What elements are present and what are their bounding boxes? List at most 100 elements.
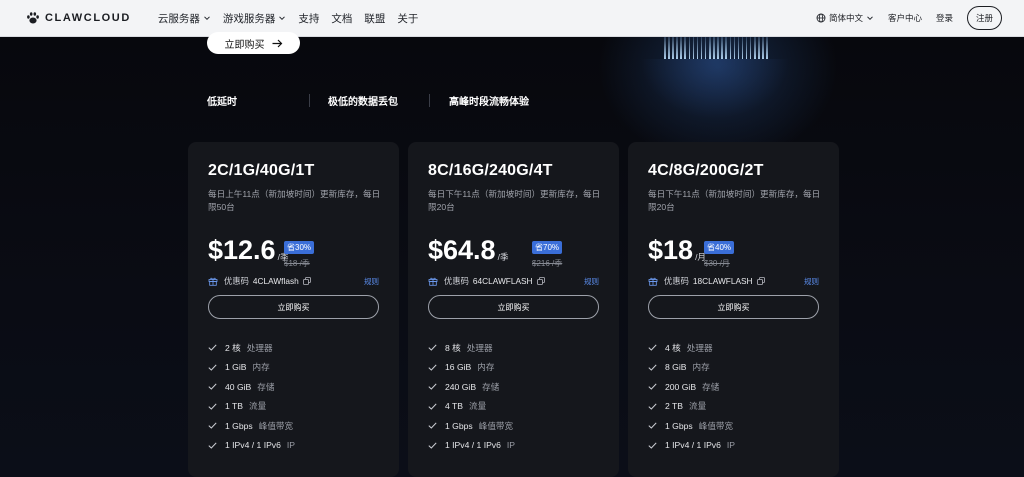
buy-now-button[interactable]: 立即购买 — [208, 295, 379, 319]
spec-cpu: 8 核处理器 — [428, 338, 515, 358]
spec-value: 2 核 — [225, 342, 241, 353]
check-icon — [208, 364, 217, 371]
plan-card-1: 2C/1G/40G/1T 每日上午11点（新加坡时间）更新库存，每日限50台 $… — [188, 142, 399, 477]
spec-list: 2 核处理器 1 GiB 内存 40 GiB 存储 1 TB 流量 1 Gbps 峰值带… — [208, 338, 295, 455]
copy-icon[interactable] — [536, 277, 545, 285]
nav-about[interactable]: 关于 — [397, 11, 418, 26]
original-price: $18 /季 — [284, 259, 310, 268]
plan-description: 每日上午11点（新加坡时间）更新库存，每日限50台 — [208, 189, 381, 212]
check-icon — [208, 403, 217, 410]
plan-card-3: 4C/8G/200G/2T 每日下午11点（新加坡时间）更新库存，每日限20台 … — [628, 142, 839, 477]
spec-ip: 1 IPv4 / 1 IPv6 IP — [208, 436, 295, 456]
coupon-code[interactable]: 4CLAWflash — [253, 276, 299, 286]
language-selector[interactable]: 简体中文 — [816, 12, 874, 24]
plan-price: $12.6 — [208, 235, 276, 265]
spec-label: 流量 — [689, 401, 707, 412]
discount-box: 省70% $216 /季 — [532, 237, 562, 269]
gift-icon — [648, 277, 658, 286]
coupon-code[interactable]: 64CLAWFLASH — [473, 276, 533, 286]
check-icon — [208, 344, 217, 351]
login-link[interactable]: 登录 — [936, 12, 953, 24]
spec-label: 流量 — [469, 401, 487, 412]
hero-glow — [640, 59, 790, 119]
discount-badge: 省40% — [704, 241, 735, 254]
feature-low-latency: 低延时 — [207, 97, 237, 108]
check-icon — [208, 383, 217, 390]
spec-bandwidth: 1 Gbps 峰值带宽 — [428, 416, 515, 436]
check-icon — [428, 364, 437, 371]
customer-center-link[interactable]: 客户中心 — [888, 12, 922, 24]
spec-label: 峰值带宽 — [258, 420, 294, 431]
nav-game-servers[interactable]: 游戏服务器 — [223, 11, 287, 26]
feature-peak-smooth: 高峰时段流畅体验 — [449, 97, 529, 108]
spec-label: 处理器 — [466, 342, 493, 353]
spec-storage: 240 GiB 存储 — [428, 377, 515, 397]
feature-low-packet-loss: 极低的数据丢包 — [328, 97, 398, 108]
logo[interactable]: CLAWCLOUD — [26, 11, 131, 25]
nav-right: 简体中文 客户中心 登录 注册 — [816, 6, 1002, 30]
check-icon — [428, 422, 437, 429]
spec-value: 1 IPv4 / 1 IPv6 — [225, 440, 281, 451]
nav-link-label: 关于 — [397, 12, 419, 25]
register-button[interactable]: 注册 — [966, 6, 1002, 30]
spec-value: 1 Gbps — [665, 420, 693, 431]
logo-text: CLAWCLOUD — [45, 12, 131, 24]
spec-value: 1 TB — [225, 401, 243, 412]
nav-docs[interactable]: 文档 — [331, 11, 352, 26]
feature-divider — [309, 94, 310, 107]
plan-title: 4C/8G/200G/2T — [648, 162, 764, 179]
plan-price: $18 — [648, 235, 694, 265]
coupon-label: 优惠码 — [444, 276, 469, 286]
check-icon — [428, 383, 437, 390]
price-row: $64.8 /季 — [428, 235, 508, 265]
spec-list: 4 核处理器 8 GiB 内存 200 GiB 存储 2 TB 流量 1 Gbps 峰值… — [648, 338, 735, 455]
coupon-code[interactable]: 18CLAWFLASH — [693, 276, 753, 286]
spec-value: 1 IPv4 / 1 IPv6 — [445, 440, 501, 451]
chevron-down-icon — [204, 16, 210, 21]
chevron-down-icon — [279, 16, 286, 21]
hero-buy-button[interactable]: 立即购买 — [207, 32, 300, 54]
spec-ip: 1 IPv4 / 1 IPv6 IP — [648, 436, 735, 456]
gift-icon — [208, 277, 218, 286]
copy-icon[interactable] — [302, 277, 311, 285]
rules-link[interactable]: 规则 — [364, 276, 379, 287]
original-price: $216 /季 — [532, 259, 563, 268]
spec-label: IP — [286, 440, 296, 451]
original-price: $30 /月 — [704, 259, 730, 268]
spec-value: 200 GiB — [665, 381, 697, 392]
coupon-row: 优惠码 64CLAWFLASH 规则 — [428, 275, 599, 287]
buy-now-button[interactable]: 立即购买 — [428, 295, 599, 319]
check-icon — [648, 383, 657, 390]
copy-icon[interactable] — [756, 277, 765, 285]
rules-link[interactable]: 规则 — [804, 276, 819, 287]
spec-label: 流量 — [249, 401, 267, 412]
paw-logo-icon — [27, 12, 39, 24]
spec-storage: 40 GiB 存储 — [208, 377, 295, 397]
nav-support[interactable]: 支持 — [298, 11, 319, 26]
check-icon — [648, 403, 657, 410]
nav-link-label: 联盟 — [364, 12, 386, 25]
check-icon — [648, 364, 657, 371]
spec-value: 240 GiB — [445, 381, 477, 392]
spec-label: 存储 — [257, 381, 275, 392]
rules-link[interactable]: 规则 — [584, 276, 599, 287]
spec-label: 峰值带宽 — [698, 420, 734, 431]
plan-price: $64.8 — [428, 235, 496, 265]
spec-label: 处理器 — [246, 342, 273, 353]
coupon-label: 优惠码 — [224, 276, 249, 286]
arrow-right-icon — [272, 39, 282, 47]
nav-link-label: 云服务器 — [157, 12, 200, 25]
check-icon — [208, 442, 217, 449]
globe-icon — [816, 13, 826, 23]
buy-now-button[interactable]: 立即购买 — [648, 295, 819, 319]
coupon-label: 优惠码 — [664, 276, 689, 286]
discount-badge: 省30% — [284, 241, 315, 254]
spec-label: IP — [506, 440, 516, 451]
coupon-row: 优惠码 18CLAWFLASH 规则 — [648, 275, 819, 287]
spec-traffic: 1 TB 流量 — [208, 397, 295, 417]
coupon-row: 优惠码 4CLAWflash 规则 — [208, 275, 379, 287]
spec-label: 存储 — [482, 381, 500, 392]
nav-cloud-servers[interactable]: 云服务器 — [158, 11, 211, 26]
nav-affiliate[interactable]: 联盟 — [364, 11, 385, 26]
spec-list: 8 核处理器 16 GiB 内存 240 GiB 存储 4 TB 流量 1 Gbps 峰… — [428, 338, 515, 455]
